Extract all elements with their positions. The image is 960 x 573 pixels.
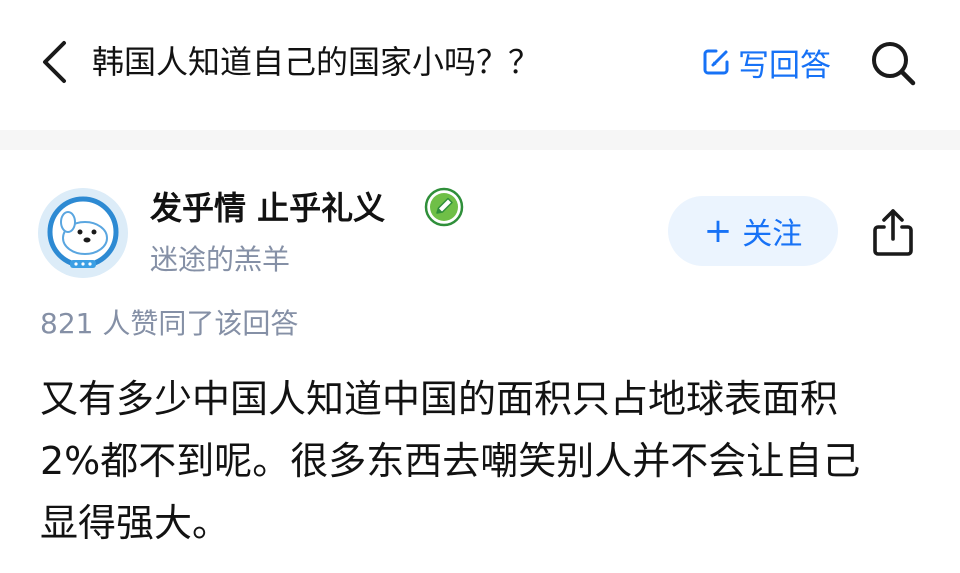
- follow-label: 关注: [742, 217, 803, 252]
- search-button[interactable]: [866, 36, 920, 90]
- vote-count: 821 人赞同了该回答: [40, 307, 299, 340]
- answer-line: 显得强大。: [40, 501, 231, 545]
- share-button[interactable]: [866, 205, 920, 259]
- share-icon: [873, 209, 913, 256]
- section-divider: [0, 130, 960, 150]
- author-bio: 迷途的羔羊: [150, 243, 291, 276]
- back-button[interactable]: [34, 38, 74, 86]
- chevron-left-icon: [43, 41, 66, 83]
- author-name[interactable]: 发乎情 止乎礼义: [150, 186, 385, 230]
- answer-line: 又有多少中国人知道中国的面积只占地球表面积: [40, 377, 839, 421]
- answer-content[interactable]: 又有多少中国人知道中国的面积只占地球表面积 2%都不到呢。很多东西去嘲笑别人并不…: [40, 368, 920, 554]
- write-answer-button[interactable]: 写回答: [698, 40, 831, 84]
- search-icon: [872, 42, 916, 86]
- write-answer-label: 写回答: [738, 47, 831, 84]
- answer-line: 2%都不到呢。很多东西去嘲笑别人并不会让自己: [40, 439, 861, 483]
- plus-icon: +: [703, 211, 733, 251]
- edit-icon: [698, 44, 734, 80]
- question-title[interactable]: 韩国人知道自己的国家小吗？？: [92, 40, 540, 84]
- verified-badge-icon: [424, 187, 464, 227]
- follow-button[interactable]: + 关注: [668, 196, 838, 266]
- top-bar: 韩国人知道自己的国家小吗？？ 写回答: [0, 0, 960, 130]
- avatar[interactable]: [38, 188, 128, 278]
